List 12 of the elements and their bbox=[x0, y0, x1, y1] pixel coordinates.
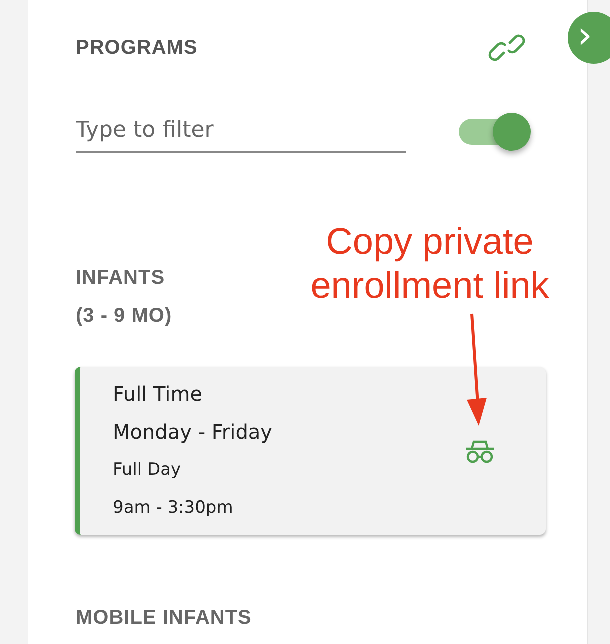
incognito-icon[interactable] bbox=[464, 438, 496, 464]
program-card[interactable]: Full Time Monday - Friday Full Day 9am - 3:30pm bbox=[75, 367, 546, 535]
annotation-text: Copy private enrollment link bbox=[310, 220, 550, 308]
panel-title: PROGRAMS bbox=[76, 36, 198, 60]
program-days: Monday - Friday bbox=[113, 413, 273, 451]
toggle-switch[interactable] bbox=[457, 112, 531, 150]
program-session: Full Day bbox=[113, 459, 182, 482]
program-title: Full Time bbox=[113, 381, 204, 408]
section-heading: MOBILE INFANTS bbox=[76, 606, 252, 631]
program-hours: 9am - 3:30pm bbox=[113, 497, 234, 520]
section-age-range: (3 - 9 MO) bbox=[76, 304, 172, 329]
section-heading: INFANTS bbox=[76, 266, 166, 291]
